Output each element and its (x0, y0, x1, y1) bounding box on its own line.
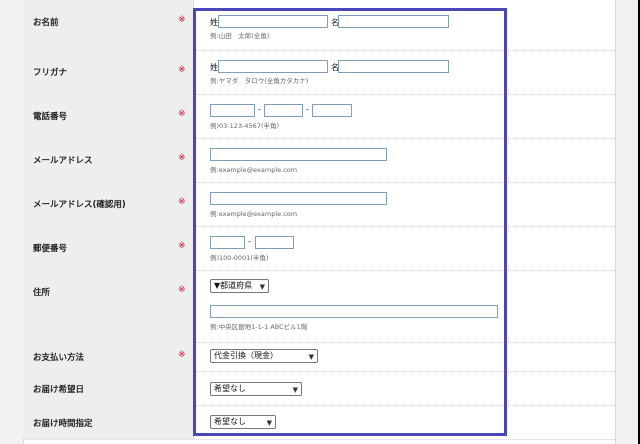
delivery-time-select[interactable]: 希望なし ▼ (210, 415, 276, 429)
row-delivery-time: お届け時間指定 希望なし ▼ (23, 405, 615, 440)
required-mark: ※ (178, 153, 186, 163)
label-email: メールアドレス (33, 156, 93, 166)
delivery-time-select-value: 希望なし (214, 417, 246, 426)
row-tel: 電話番号 ※ - - 例)03-123-4567(半角) (23, 94, 615, 139)
first-name-kana-input[interactable] (338, 60, 449, 73)
label-name: お名前 (33, 18, 59, 28)
row-kana: フリガナ ※ 姓 名 例:ヤマダ タロウ(全角カタカナ) (23, 50, 615, 95)
required-mark: ※ (178, 15, 186, 25)
row-zip: 郵便番号 ※ - 例)100-0001(半角) (23, 226, 615, 271)
hint-name: 例:山田 太郎(全角) (210, 32, 270, 40)
label-email-confirm: メールアドレス(確認用) (33, 200, 126, 210)
label-payment: お支払い方法 (33, 353, 85, 363)
required-mark: ※ (178, 109, 186, 119)
row-payment: お支払い方法 ※ 代金引換（現金） ▼ (23, 342, 615, 372)
order-form: お名前 ※ 姓 名 例:山田 太郎(全角) フリガナ ※ 姓 名 例:ヤマダ タロウ… (23, 0, 615, 444)
label-address: 住所 (33, 288, 51, 298)
row-name: お名前 ※ 姓 名 例:山田 太郎(全角) (23, 0, 615, 51)
hint-zip: 例)100-0001(半角) (210, 254, 269, 262)
chevron-down-icon: ▼ (292, 386, 298, 394)
chevron-down-icon: ▼ (308, 353, 314, 361)
label-tel: 電話番号 (33, 112, 68, 122)
required-mark: ※ (178, 350, 186, 360)
hint-kana: 例:ヤマダ タロウ(全角カタカナ) (210, 77, 309, 85)
prefecture-select[interactable]: ▼都道府県 ▼ (210, 279, 269, 293)
sei-label: 姓 (210, 63, 218, 72)
tel-input-1[interactable] (210, 104, 255, 117)
page-margin-right (615, 0, 640, 444)
last-name-input[interactable] (218, 15, 328, 28)
hint-address: 例:中央区銀地1-1-1 ABCビル1階 (210, 323, 308, 331)
delivery-date-select[interactable]: 希望なし ▼ (210, 382, 302, 396)
tel-separator: - (258, 105, 261, 114)
payment-select-value: 代金引換（現金） (214, 351, 278, 360)
tel-input-3[interactable] (312, 104, 352, 117)
required-mark: ※ (178, 65, 186, 75)
zip-input-2[interactable] (255, 236, 294, 249)
hint-tel: 例)03-123-4567(半角) (210, 122, 280, 130)
required-mark: ※ (178, 197, 186, 207)
first-name-input[interactable] (338, 15, 449, 28)
email-input[interactable] (210, 148, 387, 161)
hint-email: 例:example@example.com (210, 166, 298, 174)
zip-input-1[interactable] (210, 236, 245, 249)
chevron-down-icon: ▼ (259, 283, 265, 291)
payment-select[interactable]: 代金引換（現金） ▼ (210, 349, 318, 363)
label-zip: 郵便番号 (33, 244, 68, 254)
label-delivery-date: お届け希望日 (33, 385, 85, 395)
row-delivery-date: お届け希望日 希望なし ▼ (23, 371, 615, 406)
email-confirm-input[interactable] (210, 192, 387, 205)
prefecture-select-value: ▼都道府県 (214, 281, 253, 290)
page-margin-left (0, 0, 24, 444)
required-mark: ※ (178, 241, 186, 251)
last-name-kana-input[interactable] (218, 60, 328, 73)
row-email-confirm: メールアドレス(確認用) ※ 例:example@example.com (23, 182, 615, 227)
tel-separator: - (306, 105, 309, 114)
zip-separator: - (248, 237, 251, 246)
label-delivery-time: お届け時間指定 (33, 419, 93, 429)
tel-input-2[interactable] (264, 104, 303, 117)
row-address: 住所 ※ ▼都道府県 ▼ 例:中央区銀地1-1-1 ABCビル1階 (23, 270, 615, 343)
address-input[interactable] (210, 305, 498, 318)
row-email: メールアドレス ※ 例:example@example.com (23, 138, 615, 183)
sei-label: 姓 (210, 18, 218, 27)
required-mark: ※ (178, 285, 186, 295)
delivery-date-select-value: 希望なし (214, 384, 246, 393)
chevron-down-icon: ▼ (266, 419, 272, 427)
hint-email-confirm: 例:example@example.com (210, 210, 298, 218)
label-kana: フリガナ (33, 68, 68, 78)
